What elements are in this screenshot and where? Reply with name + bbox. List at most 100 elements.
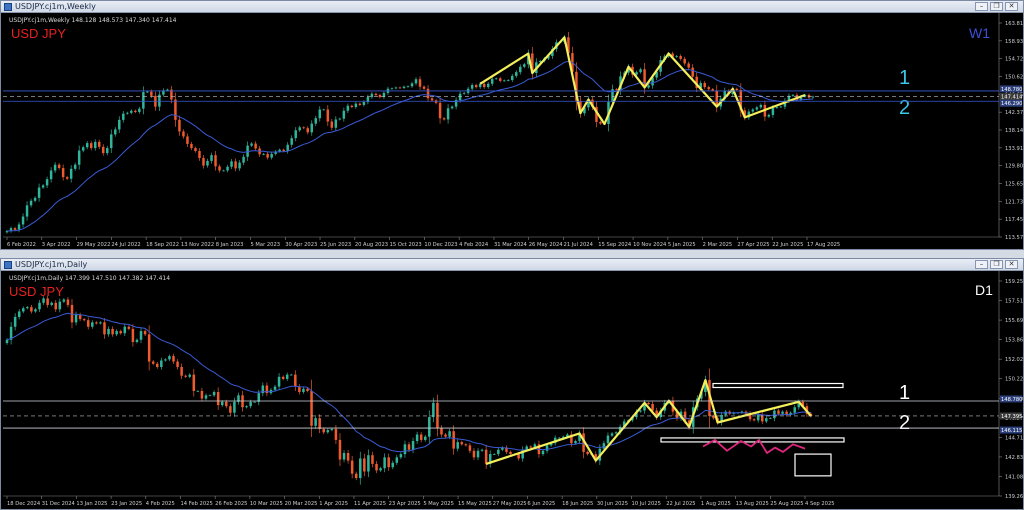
daily-candle-body [95, 322, 98, 324]
daily-candle-body [350, 460, 354, 474]
daily-candle-body [342, 453, 346, 460]
daily-candle-body [322, 429, 325, 433]
daily-candle-body [50, 302, 53, 305]
weekly-y-tick-label: 133.910 [1005, 146, 1023, 152]
weekly-candle-body [114, 129, 117, 135]
weekly-candle-body [410, 83, 414, 87]
close-button[interactable]: ✕ [1005, 260, 1018, 269]
daily-candle-body [233, 401, 236, 413]
weekly-titlebar[interactable]: USDJPY.cj1m,Weekly – ❐ ✕ [1, 1, 1023, 13]
weekly-candle-body [73, 164, 77, 169]
weekly-x-tick-label: 5 Jan 2025 [668, 242, 696, 248]
weekly-candle-body [186, 136, 189, 144]
weekly-y-tick-label: 113.570 [1005, 235, 1023, 241]
weekly-candle-body [13, 228, 17, 230]
daily-x-tick-label: 11 Apr 2025 [354, 501, 386, 507]
daily-candle-body [107, 328, 110, 335]
daily-candle-body [229, 406, 232, 413]
weekly-candle-body [438, 102, 442, 119]
daily-candle-body [793, 407, 796, 413]
daily-candle-body [66, 299, 70, 305]
daily-candle-body [456, 442, 459, 449]
weekly-candle-body [266, 153, 269, 158]
weekly-candle-body [346, 105, 350, 111]
daily-price-tag: 146.115 [1001, 428, 1022, 434]
weekly-candle-body [779, 106, 783, 108]
daily-candle-body [13, 316, 17, 327]
daily-titlebar[interactable]: USDJPY.cj1m,Daily – ❐ ✕ [1, 259, 1023, 271]
daily-candle-body [298, 386, 301, 393]
daily-candle-body [78, 314, 82, 320]
restore-button[interactable]: ❐ [990, 260, 1003, 269]
weekly-candle-body [402, 86, 406, 88]
daily-candle-body [289, 374, 293, 376]
daily-candle-body [204, 395, 208, 399]
daily-candle-body [42, 298, 45, 303]
restore-button[interactable]: ❐ [990, 2, 1003, 11]
weekly-candle-body [33, 197, 37, 201]
weekly-x-tick-label: 27 Apr 2025 [737, 242, 769, 248]
daily-candle-body [208, 395, 212, 397]
chart-window-icon [4, 3, 12, 11]
weekly-candle-body [394, 87, 398, 89]
daily-candle-body [423, 436, 427, 440]
weekly-candle-body [89, 143, 93, 149]
daily-candle-body [253, 401, 256, 403]
weekly-candle-body [378, 94, 382, 98]
weekly-candle-body [206, 160, 209, 166]
daily-candle-body [249, 401, 252, 407]
weekly-candle-body [314, 118, 318, 124]
daily-candle-body [545, 445, 549, 451]
weekly-candle-body [498, 78, 502, 81]
weekly-y-tick-label: 154.720 [1005, 57, 1023, 63]
daily-candle-body [34, 309, 37, 312]
daily-candle-body [509, 451, 512, 455]
daily-price-tag: 148.780 [1001, 397, 1022, 403]
daily-candle-body [419, 434, 423, 440]
daily-chart-window[interactable]: USDJPY.cj1m,Daily – ❐ ✕ USDJPY.cj1m,Dail… [0, 258, 1024, 510]
daily-x-tick-label: 27 May 2025 [493, 501, 527, 507]
weekly-candle-body [450, 106, 454, 109]
minimize-button[interactable]: – [975, 260, 988, 269]
weekly-x-tick-label: 22 Jun 2025 [772, 242, 803, 248]
minimize-button[interactable]: – [975, 2, 988, 11]
daily-chart-plot[interactable]: USDJPY.cj1m,Daily 147.399 147.510 147.38… [3, 271, 1023, 509]
weekly-chart-window[interactable]: USDJPY.cj1m,Weekly – ❐ ✕ USDJPY.cj1m,Wee… [0, 0, 1024, 250]
daily-candle-body [497, 449, 500, 455]
daily-candle-body [468, 445, 472, 451]
daily-candle-body [38, 302, 41, 310]
daily-candle-body [273, 386, 277, 390]
weekly-chart-plot[interactable]: USDJPY.cj1m,Weekly 148.128 148.573 147.3… [3, 13, 1023, 249]
daily-candle-body [375, 463, 378, 471]
daily-candle-body [143, 331, 147, 335]
weekly-candle-body [486, 83, 490, 88]
weekly-candle-body [134, 110, 137, 112]
daily-x-tick-label: 1 Apr 2025 [319, 501, 348, 507]
weekly-candle-body [282, 149, 285, 151]
weekly-x-tick-label: 25 Jun 2023 [320, 242, 351, 248]
daily-y-tick-label: 141.085 [1005, 474, 1023, 480]
daily-candle-body [58, 301, 62, 310]
daily-candle-body [338, 439, 342, 460]
daily-candle-body [225, 401, 228, 407]
daily-y-tick-label: 142.830 [1005, 455, 1023, 461]
weekly-x-tick-label: 4 Feb 2024 [459, 242, 489, 248]
daily-x-tick-label: 4 Feb 2025 [146, 501, 175, 507]
daily-candle-body [440, 427, 443, 435]
weekly-x-tick-label: 30 Apr 2023 [285, 242, 317, 248]
daily-candle-body [752, 419, 756, 421]
daily-candle-body [383, 457, 386, 469]
daily-candle-body [285, 374, 289, 379]
close-button[interactable]: ✕ [1005, 2, 1018, 11]
weekly-candle-body [25, 205, 29, 217]
daily-candle-body [781, 411, 784, 414]
daily-candle-body [22, 308, 25, 312]
weekly-candle-body [198, 150, 201, 159]
weekly-candle-body [178, 119, 181, 132]
daily-candle-body [103, 322, 106, 335]
daily-candle-body [387, 457, 390, 468]
daily-chart-title: USD JPY [9, 284, 64, 299]
weekly-candle-body [767, 114, 771, 117]
weekly-candle-body [755, 107, 759, 110]
weekly-candle-body [482, 83, 486, 88]
